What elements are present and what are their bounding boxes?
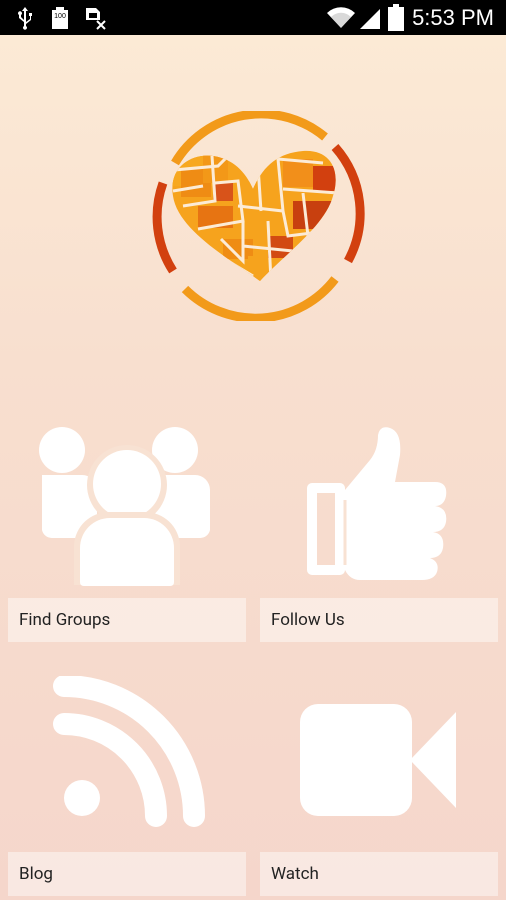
video-camera-icon <box>300 704 456 816</box>
find-groups-tile[interactable]: Find Groups <box>8 420 246 644</box>
follow-us-label: Follow Us <box>260 598 498 642</box>
battery-full-icon: 100 <box>52 7 68 29</box>
mosaic-heart-logo <box>152 111 365 321</box>
groups-icon <box>39 427 210 586</box>
status-bar: 100 5:53 PM <box>0 0 506 35</box>
find-groups-label: Find Groups <box>8 598 246 642</box>
usb-icon <box>18 7 32 30</box>
watch-label: Watch <box>260 852 498 896</box>
rss-icon <box>53 676 205 827</box>
follow-us-tile[interactable]: Follow Us <box>260 420 498 644</box>
signal-icon <box>360 9 380 29</box>
no-sim-icon <box>86 8 106 30</box>
status-time: 5:53 PM <box>412 5 494 30</box>
battery-level-label: 100 <box>54 13 66 20</box>
watch-tile[interactable]: Watch <box>260 676 498 896</box>
battery-icon <box>388 4 404 31</box>
blog-label: Blog <box>8 852 246 896</box>
wifi-icon <box>327 7 355 29</box>
thumbs-up-icon <box>307 427 447 580</box>
blog-tile[interactable]: Blog <box>8 676 246 896</box>
